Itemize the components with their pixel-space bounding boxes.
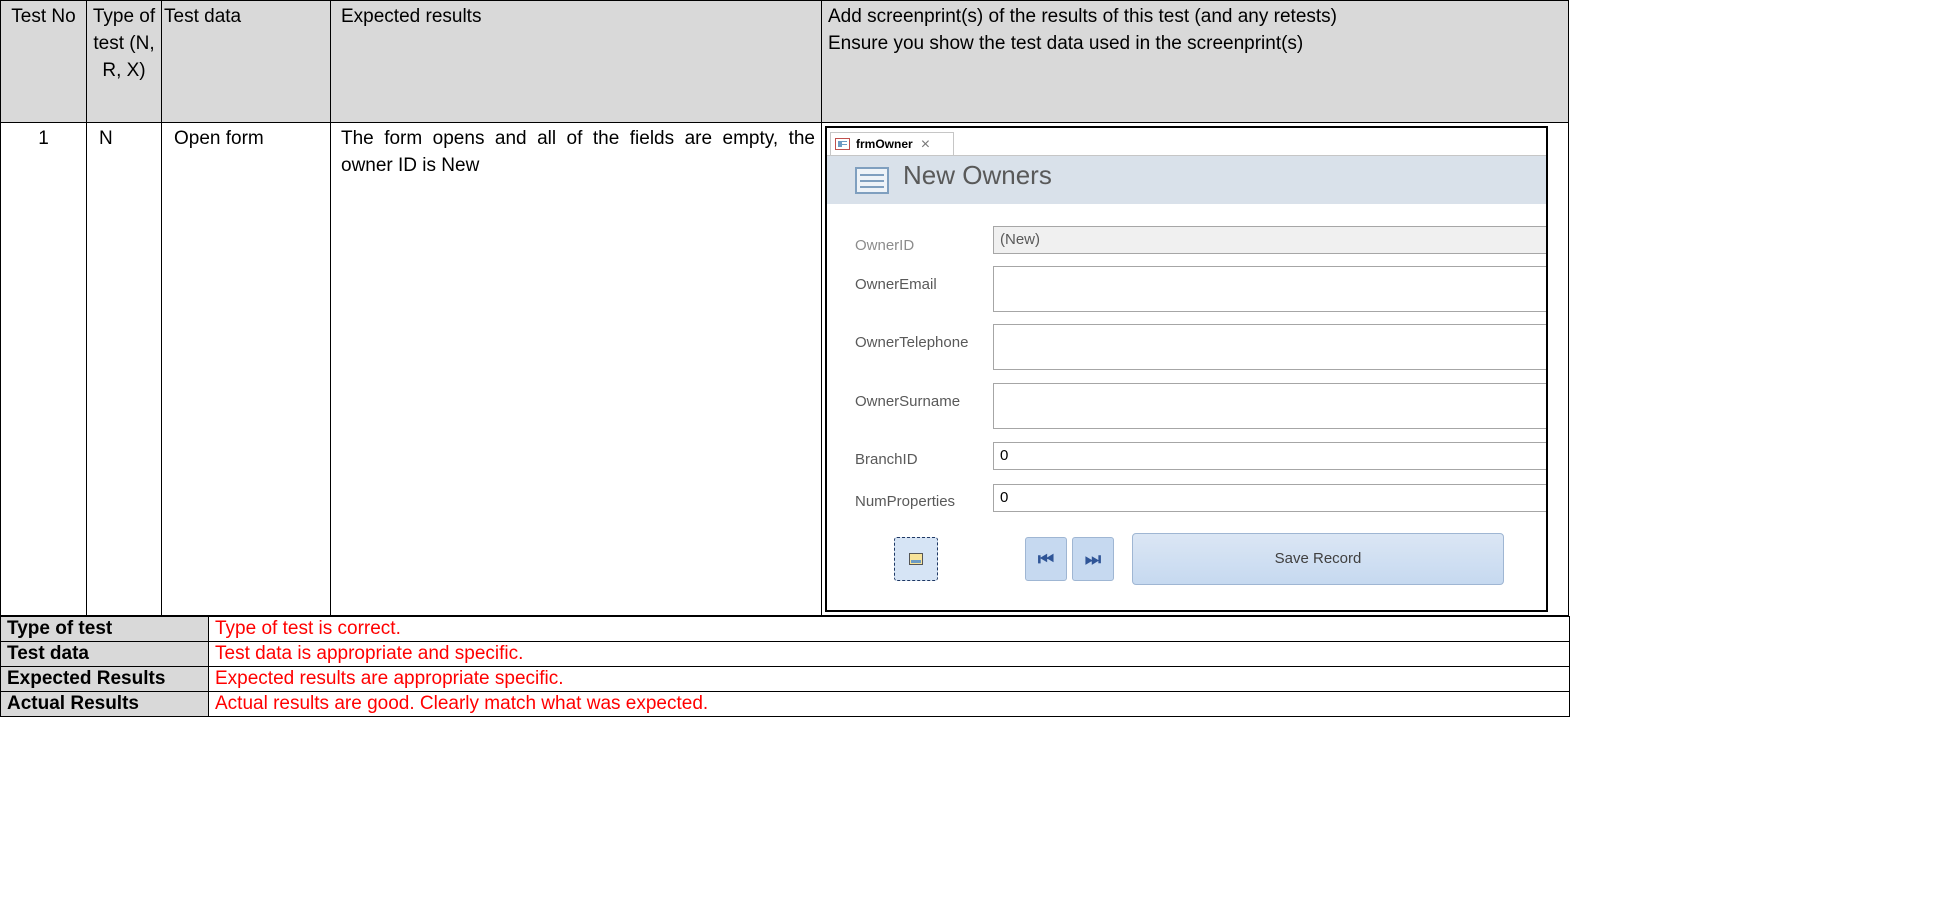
tab-frmowner[interactable]: frmOwner ×	[830, 132, 954, 155]
review-label-actual-results: Actual Results	[0, 691, 209, 717]
header-row: Test No Type of test (N, R, X) Test data…	[0, 0, 1569, 123]
owner-id-label: OwnerID	[855, 237, 915, 254]
review-comment-type-of-test: Type of test is correct.	[208, 616, 1570, 642]
owner-email-field[interactable]	[993, 266, 1546, 312]
last-record-icon: ⏭	[1084, 549, 1102, 569]
last-record-button[interactable]: ⏭	[1072, 537, 1114, 581]
save-record-button[interactable]: Save Record	[1132, 533, 1504, 585]
review-row: Type of test Type of test is correct.	[0, 616, 1570, 642]
branch-id-field[interactable]: 0	[993, 442, 1546, 470]
form-icon	[855, 167, 889, 194]
header-screenprint: Add screenprint(s) of the results of thi…	[821, 0, 1569, 123]
owner-surname-label: OwnerSurname	[855, 393, 961, 410]
folder-icon	[909, 553, 923, 565]
screenprint-cell: frmOwner × New Owners OwnerID (New) Owne…	[821, 122, 1569, 616]
review-row: Test data Test data is appropriate and s…	[0, 641, 1570, 667]
header-test-data: Test data	[161, 0, 331, 123]
review-comment-test-data: Test data is appropriate and specific.	[208, 641, 1570, 667]
form-header: New Owners	[827, 156, 1546, 204]
owner-telephone-field[interactable]	[993, 324, 1546, 370]
test-type: N	[86, 122, 162, 616]
test-number: 1	[0, 122, 87, 616]
test-row: 1 N Open form The form opens and all of …	[0, 122, 1569, 616]
review-comment-actual-results: Actual results are good. Clearly match w…	[208, 691, 1570, 717]
first-record-button[interactable]: ⏮	[1025, 537, 1067, 581]
header-type-of-test: Type of test (N, R, X)	[86, 0, 162, 123]
review-comment-expected-results: Expected results are appropriate specifi…	[208, 666, 1570, 692]
review-label-type-of-test: Type of test	[0, 616, 209, 642]
first-record-icon: ⏮	[1037, 549, 1055, 569]
review-row: Actual Results Actual results are good. …	[0, 691, 1570, 717]
owner-email-label: OwnerEmail	[855, 276, 937, 293]
owner-telephone-label: OwnerTelephone	[855, 334, 969, 351]
branch-id-label: BranchID	[855, 451, 918, 468]
num-properties-label: NumProperties	[855, 493, 956, 510]
form-title: New Owners	[903, 160, 1052, 190]
test-data-cell: Open form	[161, 122, 331, 616]
review-label-test-data: Test data	[0, 641, 209, 667]
expected-results-cell: The form opens and all of the fields are…	[330, 122, 822, 616]
new-record-button[interactable]	[894, 537, 938, 581]
owner-surname-field[interactable]	[993, 383, 1546, 429]
header-expected-results: Expected results	[330, 0, 822, 123]
header-test-no: Test No	[0, 0, 87, 123]
num-properties-field[interactable]: 0	[993, 484, 1546, 512]
tab-label: frmOwner	[856, 136, 913, 151]
test-table: Test No Type of test (N, R, X) Test data…	[0, 0, 1569, 616]
access-form-screenshot: frmOwner × New Owners OwnerID (New) Owne…	[825, 126, 1548, 612]
document-tab-bar: frmOwner ×	[827, 128, 1546, 156]
review-row: Expected Results Expected results are ap…	[0, 666, 1570, 692]
form-icon	[835, 138, 850, 150]
owner-id-field: (New)	[993, 226, 1546, 254]
review-label-expected-results: Expected Results	[0, 666, 209, 692]
close-icon[interactable]: ×	[921, 131, 930, 158]
review-table: Type of test Type of test is correct. Te…	[0, 616, 1570, 717]
